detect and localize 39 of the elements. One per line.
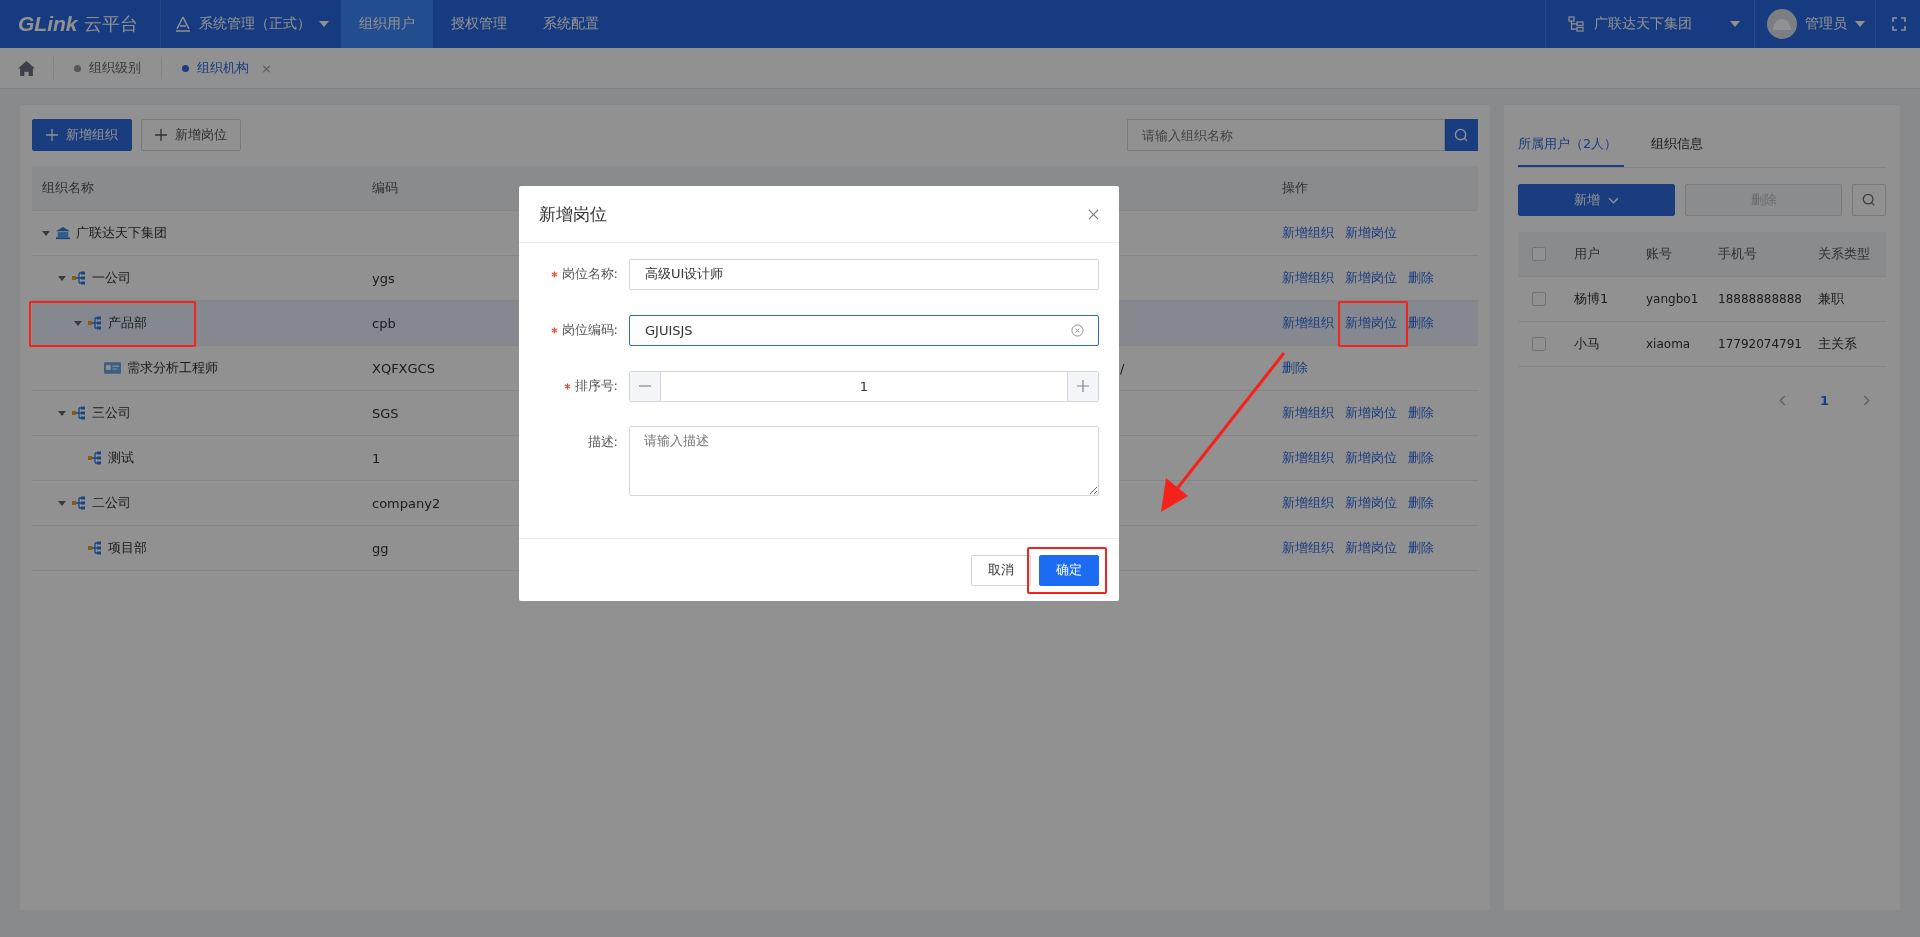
column-header: 关系类型 bbox=[1818, 245, 1871, 263]
table-cell-text: 小马 bbox=[1574, 335, 1601, 353]
table-cell-text: 兼职 bbox=[1818, 290, 1845, 308]
table-cell: 广联达天下集团 bbox=[76, 224, 167, 242]
column-header: 用户 bbox=[1574, 245, 1601, 263]
column-header: 账号 bbox=[1646, 245, 1673, 263]
field-label: 描述: bbox=[587, 433, 618, 451]
table-cell: 需求分析工程师 bbox=[127, 359, 218, 377]
table-cell-text: 主关系 bbox=[1818, 335, 1858, 353]
table-cell: company2 bbox=[372, 495, 441, 511]
logo: GLink bbox=[18, 12, 78, 36]
dialog-title: 新增岗位 bbox=[539, 202, 607, 226]
logo-text: 云平台 bbox=[83, 12, 138, 36]
table-cell-text: 杨博1 bbox=[1574, 290, 1610, 308]
field-label: 岗位名称: bbox=[561, 265, 618, 283]
table-cell: ygs bbox=[372, 270, 395, 286]
table-cell: gg bbox=[372, 540, 389, 556]
table-cell: 项目部 bbox=[108, 539, 147, 557]
table-cell: 三公司 bbox=[92, 404, 131, 422]
table-cell-text: 17792074791 bbox=[1718, 337, 1803, 351]
tab-label: 组织级别 bbox=[89, 59, 141, 77]
field-label: 岗位编码: bbox=[561, 321, 618, 339]
table-cell: 二公司 bbox=[92, 494, 131, 512]
table-cell: 测试 bbox=[108, 449, 134, 467]
column-header: 操作 bbox=[1281, 179, 1309, 197]
tab-label: 组织机构 bbox=[197, 59, 249, 77]
table-cell: cpb bbox=[372, 315, 396, 331]
column-header: 手机号 bbox=[1718, 245, 1758, 263]
column-header: 组织名称 bbox=[41, 179, 95, 197]
table-cell: XQFXGCS bbox=[372, 360, 435, 376]
column-header: 编码 bbox=[372, 179, 399, 197]
table-cell-text: yangbo1 bbox=[1646, 292, 1700, 306]
table-cell: 产品部 bbox=[108, 314, 147, 332]
table-cell: SGS bbox=[372, 405, 399, 421]
table-cell-text: 18888888888 bbox=[1718, 292, 1803, 306]
table-cell-text: xiaoma bbox=[1646, 337, 1692, 351]
table-cell: 1 bbox=[372, 450, 381, 466]
table-cell: / bbox=[1120, 360, 1125, 376]
table-cell: 一公司 bbox=[92, 269, 131, 287]
